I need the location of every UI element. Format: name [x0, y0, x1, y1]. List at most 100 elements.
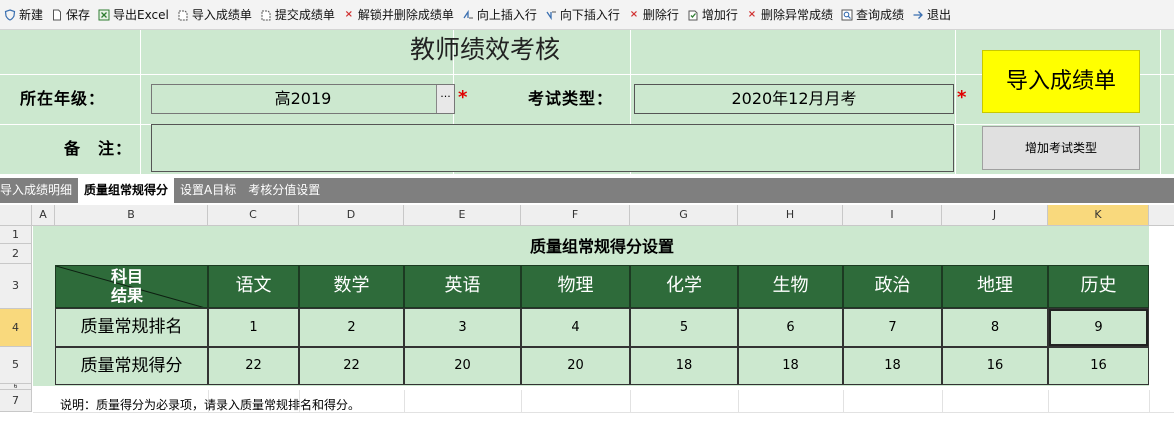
column-header-e[interactable]: E: [404, 205, 521, 226]
close-icon: ×: [344, 8, 354, 20]
rank-cell-geography[interactable]: 8: [942, 308, 1048, 347]
tab-quality-group-score[interactable]: 质量组常规得分: [78, 178, 175, 203]
column-header-a[interactable]: A: [32, 205, 55, 226]
column-header-b[interactable]: B: [55, 205, 208, 226]
import-icon: [177, 9, 189, 21]
score-cell-chinese[interactable]: 22: [208, 347, 299, 385]
row-header-5[interactable]: 5: [0, 347, 32, 384]
score-cell-physics[interactable]: 20: [521, 347, 630, 385]
column-header-k[interactable]: K: [1048, 205, 1149, 226]
insert-row-below-button-label: 向下插入行: [559, 8, 620, 22]
column-header-i[interactable]: I: [843, 205, 942, 226]
shield-icon: [4, 8, 16, 21]
new-button[interactable]: 新建: [2, 4, 47, 26]
subject-header-chemistry: 化学: [630, 265, 738, 308]
exam-type-field[interactable]: 2020年12月月考: [634, 84, 954, 114]
delete-row-button[interactable]: × 删除行: [626, 4, 683, 26]
row-header-2[interactable]: 2: [0, 244, 32, 264]
delete-icon: ×: [747, 8, 757, 20]
new-button-label: 新建: [19, 8, 44, 22]
column-header-blank: [1149, 205, 1174, 226]
delete-abnormal-scores-button[interactable]: × 删除异常成绩: [744, 4, 837, 26]
insert-row-below-button[interactable]: 向下插入行: [543, 4, 624, 26]
submit-transcript-button-label: 提交成绩单: [274, 8, 335, 22]
row-header-7[interactable]: 7: [0, 390, 32, 412]
unlock-delete-transcript-button[interactable]: × 解锁并删除成绩单: [341, 4, 458, 26]
insert-row-above-button-label: 向上插入行: [476, 8, 537, 22]
import-transcript-big-button[interactable]: 导入成绩单: [982, 50, 1140, 113]
score-cell-politics[interactable]: 18: [843, 347, 942, 385]
import-transcript-button-label: 导入成绩单: [191, 8, 252, 22]
column-header-h[interactable]: H: [738, 205, 843, 226]
column-header-d[interactable]: D: [299, 205, 404, 226]
grade-field[interactable]: 高2019 ···: [151, 84, 455, 114]
score-cell-history[interactable]: 16: [1048, 347, 1149, 385]
rank-cell-history-selected[interactable]: 9: [1048, 308, 1149, 347]
rank-cell-politics[interactable]: 7: [843, 308, 942, 347]
remark-field[interactable]: [151, 124, 954, 172]
rank-cell-chemistry[interactable]: 5: [630, 308, 738, 347]
corner-subject-label: 科目: [111, 267, 144, 286]
query-scores-button[interactable]: 查询成绩: [839, 4, 908, 26]
grade-required-mark: *: [458, 87, 468, 108]
sheet-tabs: 导入成绩明细 质量组常规得分 设置A目标 考核分值设置: [0, 178, 1174, 203]
submit-transcript-button[interactable]: 提交成绩单: [258, 4, 339, 26]
add-row-button-label: 增加行: [701, 8, 738, 22]
query-scores-button-label: 查询成绩: [855, 8, 904, 22]
grid-line: [955, 30, 956, 174]
subject-header-politics: 政治: [843, 265, 942, 308]
import-transcript-button[interactable]: 导入成绩单: [175, 4, 256, 26]
submit-icon: [260, 9, 272, 21]
add-exam-type-button[interactable]: 增加考试类型: [982, 126, 1140, 170]
score-cell-geography[interactable]: 16: [942, 347, 1048, 385]
column-header-g[interactable]: G: [630, 205, 738, 226]
score-cell-english[interactable]: 20: [404, 347, 521, 385]
exam-type-required-mark: *: [957, 87, 967, 108]
row-header-3[interactable]: 3: [0, 264, 32, 309]
insert-down-icon: [545, 9, 557, 21]
save-button-label: 保存: [66, 8, 91, 22]
insert-row-above-button[interactable]: 向上插入行: [460, 4, 541, 26]
row-header-1[interactable]: 1: [0, 226, 32, 244]
grid-line: [1048, 390, 1049, 412]
grade-value: 高2019: [274, 89, 332, 108]
score-cell-biology[interactable]: 18: [738, 347, 843, 385]
corner-header-cell: 科目 结果: [55, 265, 208, 308]
column-header-f[interactable]: F: [521, 205, 630, 226]
row-header-4[interactable]: 4: [0, 309, 32, 347]
app-window: { "toolbar": { "buttons": [ {"label": "新…: [0, 0, 1174, 433]
score-cell-chemistry[interactable]: 18: [630, 347, 738, 385]
column-header-c[interactable]: C: [208, 205, 299, 226]
subject-header-history: 历史: [1048, 265, 1149, 308]
add-row-icon: [687, 9, 699, 21]
tab-import-details[interactable]: 导入成绩明细: [0, 178, 78, 203]
rank-cell-english[interactable]: 3: [404, 308, 521, 347]
page-title: 教师绩效考核: [409, 35, 560, 64]
grid-line: [404, 390, 405, 412]
spreadsheet: A B C D E F G H I J K 1 2 3 4 5 6 7 质量组常…: [0, 205, 1174, 433]
exam-type-label: 考试类型：: [528, 89, 614, 108]
corner-result-label: 结果: [111, 286, 144, 305]
grid-line: [1160, 30, 1161, 174]
rank-cell-biology[interactable]: 6: [738, 308, 843, 347]
grade-picker-button[interactable]: ···: [436, 85, 454, 113]
save-button[interactable]: 保存: [49, 4, 94, 26]
exit-button-label: 退出: [926, 8, 951, 22]
grid-line: [843, 390, 844, 412]
rank-cell-chinese[interactable]: 1: [208, 308, 299, 347]
excel-icon: [98, 9, 110, 21]
remark-label: 备 注：: [64, 139, 133, 158]
grid-line: [521, 390, 522, 412]
sheet-title: 质量组常规得分设置: [529, 237, 674, 256]
tab-set-a-target[interactable]: 设置A目标: [174, 178, 242, 203]
add-row-button[interactable]: 增加行: [685, 4, 742, 26]
score-cell-math[interactable]: 22: [299, 347, 404, 385]
tab-assessment-score-settings[interactable]: 考核分值设置: [242, 178, 326, 203]
column-header-j[interactable]: J: [942, 205, 1048, 226]
rank-cell-math[interactable]: 2: [299, 308, 404, 347]
rank-cell-physics[interactable]: 4: [521, 308, 630, 347]
exit-button[interactable]: 退出: [910, 4, 955, 26]
select-all-corner[interactable]: [0, 205, 32, 226]
export-excel-button[interactable]: 导出Excel: [96, 4, 173, 26]
export-excel-button-label: 导出Excel: [113, 8, 169, 22]
